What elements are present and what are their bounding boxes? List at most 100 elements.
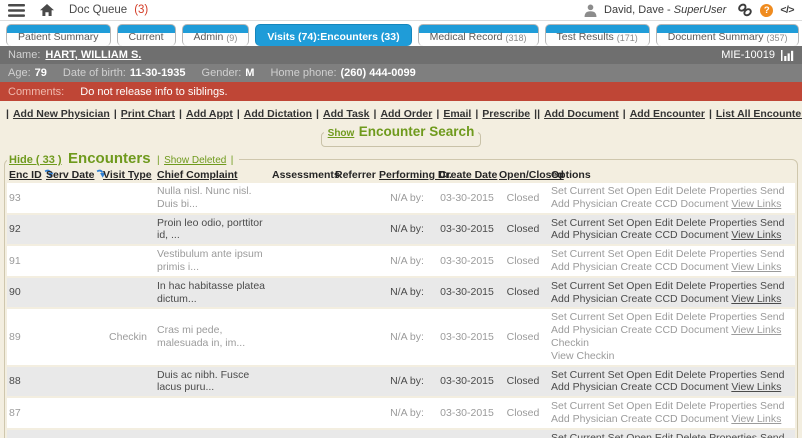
demo-value: (260) 444-0099 [341, 67, 416, 79]
action-add-task[interactable]: Add Task [323, 108, 369, 120]
doc-queue-count-badge[interactable]: (3) [134, 4, 148, 16]
help-icon[interactable]: ? [760, 4, 773, 17]
pipe-separator: | [623, 108, 626, 120]
tab-count: (357) [766, 33, 787, 43]
assessments-cell [270, 366, 333, 398]
chain-link-icon[interactable] [737, 3, 753, 17]
option-view-checkin[interactable]: View Checkin [551, 350, 793, 363]
patient-demographics-bar: Age:79Date of birth:11-30-1935Gender:MHo… [0, 64, 802, 82]
pipe-separator: | [436, 108, 439, 120]
action-prescribe[interactable]: Prescribe [482, 108, 530, 120]
options-line-1[interactable]: Set Current Set Open Edit Delete Propert… [551, 217, 793, 230]
assessments-cell [270, 183, 333, 214]
column-header-options: Options [549, 168, 795, 183]
logged-in-user[interactable]: David, Dave - SuperUser [604, 4, 726, 16]
column-header-label[interactable]: Enc ID [9, 169, 42, 181]
tab-admin[interactable]: Admin(9) [182, 24, 250, 46]
column-header-label[interactable]: Visit Type [103, 169, 152, 181]
enc-id-cell: 87 [7, 397, 44, 429]
tab-document-summary[interactable]: Document Summary(357) [656, 24, 800, 46]
tab-medical-record[interactable]: Medical Record(318) [418, 24, 539, 46]
hide-encounters-toggle-link[interactable]: Hide ( 33 ) [9, 154, 62, 166]
view-links-link[interactable]: View Links [731, 261, 781, 273]
options-line-2[interactable]: Add Physician Create CCD Document View L… [551, 381, 793, 394]
chart-tab-bar: Patient Summary Current Admin(9) Visits (74… [0, 21, 802, 46]
demo-label: Date of birth: [63, 67, 126, 79]
table-row-encounter-92: 92Proin leo odio, porttitor id, ...N/A b… [7, 214, 795, 246]
view-links-link[interactable]: View Links [731, 413, 781, 425]
options-line-1[interactable]: Set Current Set Open Edit Delete Propert… [551, 185, 793, 198]
tab-visits-74-encounters-33[interactable]: Visits (74):Encounters (33) [255, 24, 411, 46]
demo-value: M [245, 67, 254, 79]
tab-test-results[interactable]: Test Results(171) [545, 24, 650, 46]
user-icon [584, 4, 597, 17]
options-line-1[interactable]: Set Current Set Open Edit Delete Propert… [551, 311, 793, 324]
options-cell: Set Current Set Open Edit Delete Propert… [549, 366, 795, 398]
visit-type-cell: Checkin [101, 308, 155, 365]
serv-date-cell [44, 214, 101, 246]
column-header-label[interactable]: Serv Date [46, 169, 94, 181]
show-deleted-link[interactable]: Show Deleted [164, 155, 226, 166]
performing-dr-cell: N/A by: [377, 245, 437, 277]
action-add-order[interactable]: Add Order [380, 108, 432, 120]
options-line-2[interactable]: Add Physician Create CCD Document View L… [551, 229, 793, 242]
column-header-open-closed: Open/Closed [497, 168, 549, 183]
options-line-2[interactable]: Add Physician Create CCD Document View L… [551, 413, 793, 426]
action-add-dictation[interactable]: Add Dictation [244, 108, 312, 120]
pipe-separator: | [373, 108, 376, 120]
referrer-cell [333, 277, 377, 309]
show-search-toggle-link[interactable]: Show [328, 128, 355, 139]
action-add-document[interactable]: Add Document [544, 108, 619, 120]
assessments-cell [270, 308, 333, 365]
pipe-separator: | [537, 108, 540, 120]
options-line-1[interactable]: Set Current Set Open Edit Delete Propert… [551, 369, 793, 382]
option-checkin[interactable]: Checkin [551, 337, 793, 350]
chart-actions-bar: | Add New Physician | Print Chart | Add Appt |… [4, 103, 798, 123]
chief-complaint-cell: Cras mi pede, malesuada in, im... [155, 308, 270, 365]
action-print-chart[interactable]: Print Chart [121, 108, 175, 120]
referrer-cell [333, 214, 377, 246]
home-icon[interactable] [40, 4, 54, 16]
chief-complaint-cell [155, 397, 270, 429]
options-line-2[interactable]: Add Physician Create CCD Document View L… [551, 324, 793, 337]
hamburger-menu-icon[interactable] [8, 4, 25, 17]
encounters-table: Enc ID Serv Date Visit Type Chief Complaint… [7, 168, 795, 438]
comments-text: Do not release info to siblings. [80, 86, 227, 98]
tab-label: Visits (74):Encounters (33) [267, 31, 399, 43]
action-add-appt[interactable]: Add Appt [186, 108, 233, 120]
chief-complaint-cell: Proin leo odio, porttitor id, ... [155, 214, 270, 246]
performing-dr-cell: N/A by: [377, 308, 437, 365]
performing-dr-cell: N/A by: [377, 277, 437, 309]
action-list-all-encounters[interactable]: List All Encounters [716, 108, 802, 120]
options-line-1[interactable]: Set Current Set Open Edit Delete Propert… [551, 432, 793, 438]
view-links-link[interactable]: View Links [731, 198, 781, 210]
view-links-link[interactable]: View Links [731, 293, 781, 305]
column-header-label[interactable]: Create Date [439, 169, 497, 181]
action-add-encounter[interactable]: Add Encounter [630, 108, 705, 120]
options-line-1[interactable]: Set Current Set Open Edit Delete Propert… [551, 248, 793, 261]
enc-id-cell: 91 [7, 245, 44, 277]
chart-id: MIE-10019 [721, 49, 775, 61]
column-header-label[interactable]: Chief Complaint [157, 169, 238, 181]
tab-current[interactable]: Current [117, 24, 176, 46]
options-line-1[interactable]: Set Current Set Open Edit Delete Propert… [551, 400, 793, 413]
top-application-bar: Doc Queue (3) David, Dave - SuperUser ? … [0, 0, 802, 21]
action-email[interactable]: Email [443, 108, 471, 120]
actions-right-group: |Add Document|Add Encounter|List All Enc… [537, 108, 802, 120]
view-links-link[interactable]: View Links [731, 229, 781, 241]
tab-patient-summary[interactable]: Patient Summary [6, 24, 111, 46]
view-links-link[interactable]: View Links [731, 324, 781, 336]
options-line-2[interactable]: Add Physician Create CCD Document View L… [551, 198, 793, 211]
view-links-link[interactable]: View Links [731, 381, 781, 393]
table-row-encounter-91: 91Vestibulum ante ipsum primis i...N/A b… [7, 245, 795, 277]
column-header-referrer: Referrer [333, 168, 377, 183]
options-line-2[interactable]: Add Physician Create CCD Document View L… [551, 293, 793, 306]
action-add-new-physician[interactable]: Add New Physician [13, 108, 110, 120]
tab-count: (9) [226, 33, 237, 43]
growth-chart-icon[interactable] [781, 50, 794, 61]
chief-complaint-cell: Duis ac nibh. Fusce lacus puru... [155, 366, 270, 398]
options-line-1[interactable]: Set Current Set Open Edit Delete Propert… [551, 280, 793, 293]
patient-name-link[interactable]: HART, WILLIAM S. [45, 49, 141, 61]
options-line-2[interactable]: Add Physician Create CCD Document View L… [551, 261, 793, 274]
code-icon[interactable]: </> [780, 4, 794, 16]
